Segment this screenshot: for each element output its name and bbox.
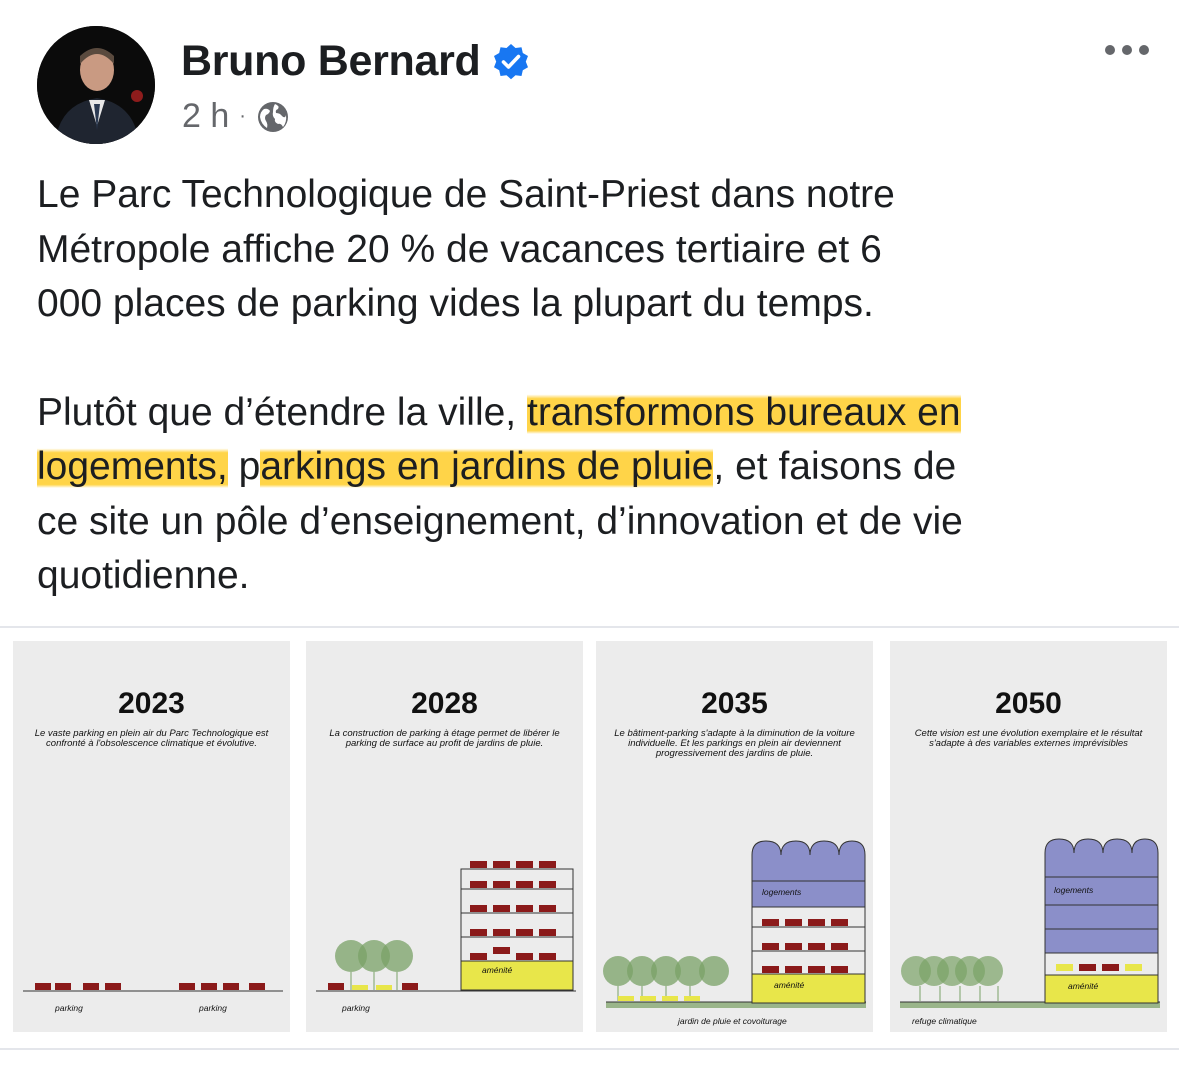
label-amenity: aménité [774,980,805,990]
panel-year: 2035 [701,687,768,720]
highlighted-text-2: arkings en jardins de pluie [260,445,714,488]
post-text: Le Parc Technologique de Saint-Priest da… [37,168,1157,604]
more-dot [1139,45,1149,55]
author-avatar[interactable] [37,26,155,144]
label-amenity: aménité [1068,981,1099,991]
label-climate-refuge: refuge climatique [912,1016,977,1026]
panel-2023[interactable]: 2023 Le vaste parking en plein air du Pa… [13,641,290,1032]
globe-icon[interactable] [256,100,290,134]
panel-description: Le vaste parking en plein air du Parc Te… [34,728,269,749]
post-paragraph-1: Le Parc Technologique de Saint-Priest da… [37,173,895,325]
divider-bottom [0,1048,1179,1050]
label-rain-garden: jardin de pluie et covoiturage [678,1016,787,1026]
paragraph-2-part-1: Plutôt que d’étendre la ville, [37,390,527,434]
panel-2028[interactable]: 2028 La construction de parking à étage … [306,641,583,1032]
label-housing: logements [762,887,802,897]
meta-separator: · [239,105,246,127]
label-amenity: aménité [482,965,513,975]
panel-2050[interactable]: 2050 Cette vision est une évolution exem… [890,641,1167,1032]
panel-year: 2023 [118,687,185,720]
more-options-icon[interactable] [1105,45,1149,55]
post-paragraph-2: Plutôt que d’étendre la ville, transform… [37,386,1157,604]
author-name[interactable]: Bruno Bernard [181,37,531,86]
panel-year: 2028 [411,687,478,720]
post-meta: 2 h · [182,97,290,136]
paragraph-2-part-2: p [227,445,261,488]
panel-description: La construction de parking à étage perme… [329,728,560,749]
more-dot [1105,45,1115,55]
more-dot [1122,45,1132,55]
label-housing: logements [1054,885,1094,895]
post-image[interactable]: 2023 Le vaste parking en plein air du Pa… [13,641,1168,1032]
label-parking-1: parking [55,1003,83,1013]
label-parking-2: parking [199,1003,227,1013]
post-time[interactable]: 2 h [182,97,229,136]
verified-badge-icon [493,43,528,79]
divider-top [0,626,1179,628]
panel-year: 2050 [995,687,1062,720]
panel-description: Cette vision est une évolution exemplair… [914,728,1143,749]
panel-2035[interactable]: 2035 Le bâtiment-parking s'adapte à la d… [596,641,873,1032]
author-name-text[interactable]: Bruno Bernard [181,37,481,86]
label-parking: parking [342,1003,370,1013]
panel-description: Le bâtiment-parking s'adapte à la diminu… [614,728,855,759]
